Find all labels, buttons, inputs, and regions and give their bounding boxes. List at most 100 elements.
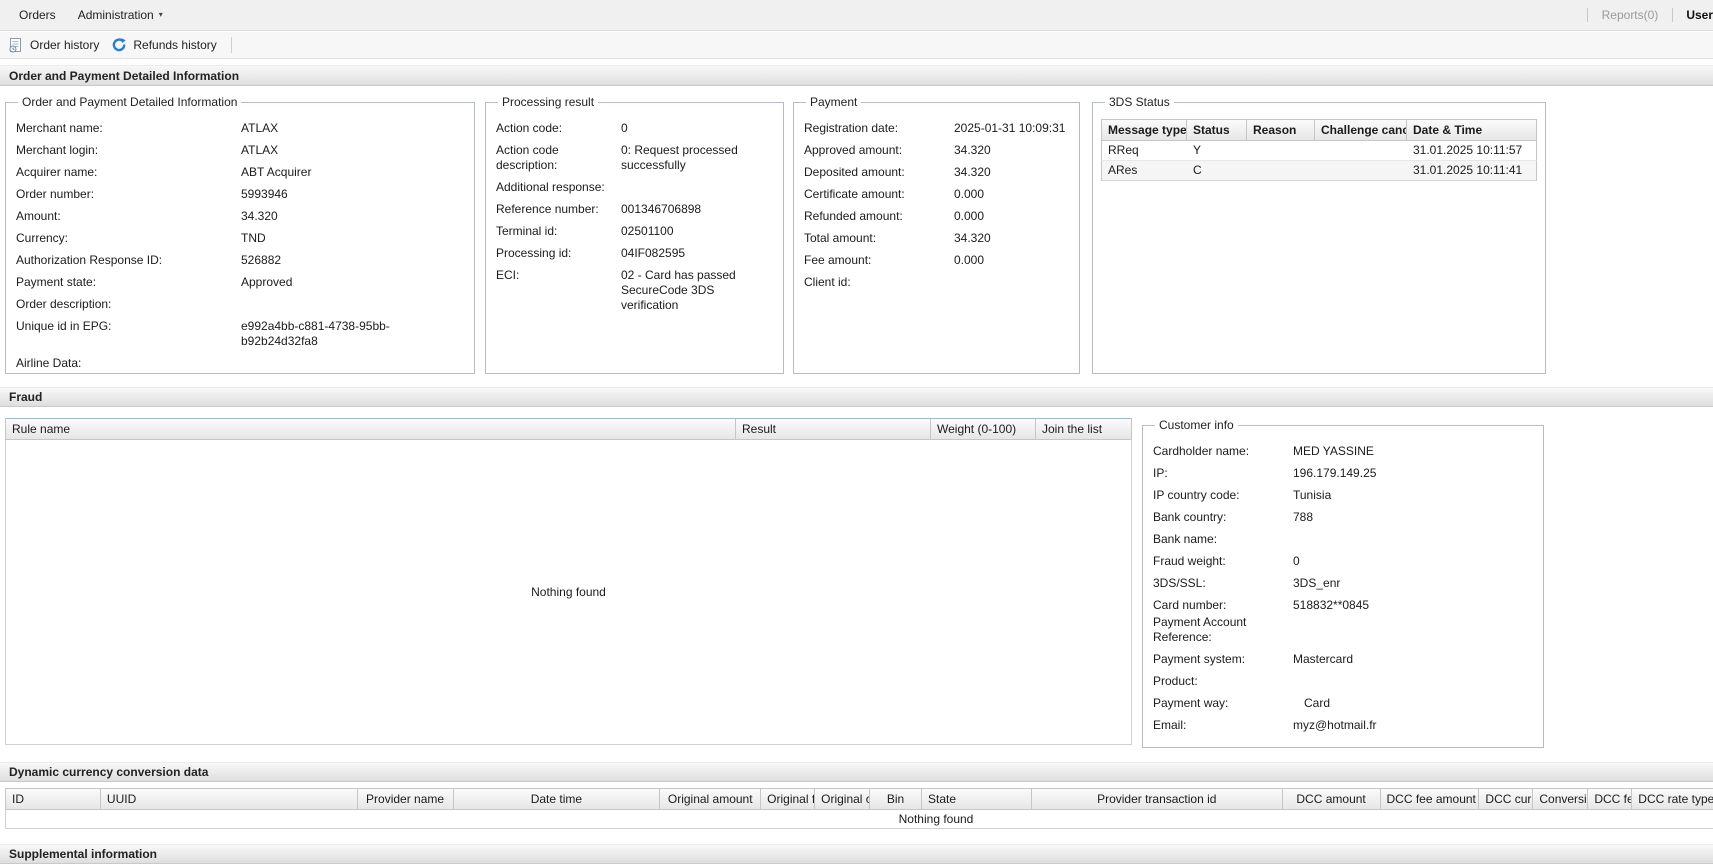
cell-reason [1247,141,1315,160]
fraud-empty-message: Nothing found [5,440,1132,745]
column-header-dcc-fee[interactable]: DCC fee [1588,789,1632,809]
processing-result-body: Action code:0 Action code description:0:… [494,109,775,313]
field-row: 3DS/SSL:3DS_enr [1153,576,1533,591]
field-row: Payment Account Reference: [1153,615,1533,645]
column-header-date-time[interactable]: Date time [454,789,661,809]
order-panel-body: Merchant name:ATLAX Merchant login:ATLAX… [14,109,466,371]
table-row[interactable]: RReq Y 31.01.2025 10:11:57 [1101,141,1537,161]
field-label: IP country code: [1153,488,1293,503]
column-header-result[interactable]: Result [736,419,931,439]
threeds-table-header: Message type Status Reason Challenge can… [1101,119,1537,141]
column-header-state[interactable]: State [922,789,1032,809]
reports-link[interactable]: Reports(0) [1588,8,1673,22]
menu-administration[interactable]: Administration ▾ [67,8,174,22]
field-row: Fee amount:0.000 [804,253,1069,268]
page-title: Order and Payment Detailed Information [9,69,239,83]
field-label: Airline Data: [16,356,241,371]
field-label: 3DS/SSL: [1153,576,1293,591]
field-value: 196.179.149.25 [1293,466,1533,481]
field-row: Action code description:0: Request proce… [496,143,773,173]
field-label: Payment way: [1153,696,1293,711]
user-menu[interactable]: User [1673,8,1713,22]
column-header-conversion[interactable]: Conversi [1533,789,1588,809]
column-header-original-amount[interactable]: Original amount [660,789,761,809]
field-row: Payment system:Mastercard [1153,652,1533,667]
field-label: Merchant login: [16,143,241,158]
menu-administration-label: Administration [78,8,154,22]
field-row: Authorization Response ID:526882 [16,253,464,268]
field-label: Amount: [16,209,241,224]
field-row: Total amount:34.320 [804,231,1069,246]
field-value: e992a4bb-c881-4738-95bb-b92b24d32fa8 [241,319,464,349]
field-value: Approved [241,275,464,290]
field-value: 788 [1293,510,1533,525]
menu-orders-label: Orders [19,8,56,22]
order-panel: Order and Payment Detailed Information M… [5,95,475,374]
column-header-challenge-cancel[interactable]: Challenge cancel [1315,120,1407,140]
field-value: MED YASSINE [1293,444,1533,459]
column-header-bin[interactable]: Bin [870,789,922,809]
field-row: Approved amount:34.320 [804,143,1069,158]
column-header-reason[interactable]: Reason [1247,120,1315,140]
column-header-dcc-rate-type[interactable]: DCC rate type [1632,789,1713,809]
fraud-section-bar: Fraud [0,387,1713,407]
fraud-table: Rule name Result Weight (0-100) Join the… [5,418,1132,745]
cell-challenge-cancel [1315,141,1407,160]
column-header-message-type[interactable]: Message type [1102,120,1187,140]
field-label: Action code: [496,121,621,136]
field-row: Additional response: [496,180,773,195]
refunds-history-button[interactable]: Refunds history [107,34,224,56]
field-value: Mastercard [1293,652,1533,667]
column-header-weight[interactable]: Weight (0-100) [931,419,1036,439]
field-row: IP country code:Tunisia [1153,488,1533,503]
cell-challenge-cancel [1315,161,1407,180]
column-header-dcc-amount[interactable]: DCC amount [1283,789,1381,809]
field-row: ECI:02 - Card has passed SecureCode 3DS … [496,268,773,313]
refunds-history-icon [111,37,127,53]
field-label: Payment Account Reference: [1153,615,1293,645]
menu-orders[interactable]: Orders [8,8,67,22]
order-panel-legend: Order and Payment Detailed Information [18,95,241,109]
column-header-id[interactable]: ID [6,789,101,809]
field-row: Acquirer name:ABT Acquirer [16,165,464,180]
column-header-dcc-fee-amount[interactable]: DCC fee amount [1381,789,1480,809]
column-header-original-currency[interactable]: Original c [815,789,870,809]
field-row: Payment state:Approved [16,275,464,290]
column-header-status[interactable]: Status [1187,120,1247,140]
column-header-join-the-list[interactable]: Join the list [1036,419,1131,439]
field-label: Order description: [16,297,241,312]
payment-panel-legend: Payment [806,95,861,109]
order-history-button[interactable]: Order history [4,34,107,56]
field-value: 0.000 [954,187,1069,202]
field-value: 0.000 [954,253,1069,268]
supplemental-section-title: Supplemental information [9,847,157,861]
app-window: Orders Administration ▾ Reports(0) User [0,0,1713,864]
field-row: Order number:5993946 [16,187,464,202]
field-row: Order description: [16,297,464,312]
field-label: Fee amount: [804,253,954,268]
field-row: Product: [1153,674,1533,689]
processing-result-legend: Processing result [498,95,598,109]
column-header-uuid[interactable]: UUID [101,789,358,809]
field-label: Acquirer name: [16,165,241,180]
field-value: 34.320 [954,231,1069,246]
field-label: Bank name: [1153,532,1293,547]
field-row: Certificate amount:0.000 [804,187,1069,202]
field-row: Airline Data: [16,356,464,371]
column-header-rule-name[interactable]: Rule name [6,419,736,439]
column-header-original-fee[interactable]: Original f [761,789,815,809]
column-header-dcc-currency[interactable]: DCC curr [1479,789,1533,809]
field-value: ATLAX [241,143,464,158]
column-header-date-time[interactable]: Date & Time [1407,120,1536,140]
field-label: Client id: [804,275,954,290]
table-row[interactable]: ARes C 31.01.2025 10:11:41 [1101,161,1537,181]
column-header-provider-name[interactable]: Provider name [358,789,454,809]
column-header-provider-transaction-id[interactable]: Provider transaction id [1032,789,1283,809]
order-history-icon [8,37,24,53]
field-value: 2025-01-31 10:09:31 [954,121,1069,136]
cell-reason [1247,161,1315,180]
dcc-empty-message: Nothing found [5,810,1713,829]
field-value: myz@hotmail.fr [1293,718,1533,733]
cell-message-type: RReq [1102,141,1187,160]
dcc-section-bar: Dynamic currency conversion data [0,762,1713,782]
